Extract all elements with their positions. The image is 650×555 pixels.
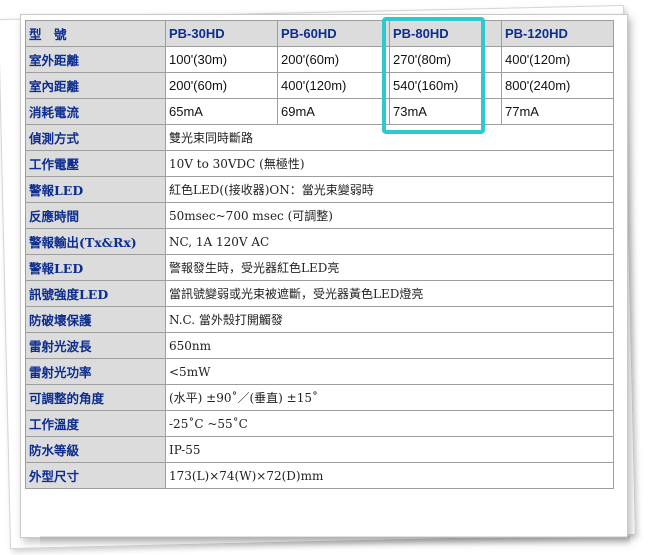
table-cell: 400'(120m) bbox=[501, 46, 614, 73]
row-label: 可調整的角度 bbox=[25, 384, 166, 411]
table-row: 警報LED 警報發生時，受光器紅色LED亮 bbox=[25, 254, 614, 281]
table-row: 消耗電流 65mA 69mA 73mA 77mA bbox=[25, 98, 614, 125]
model-header: PB-60HD bbox=[277, 20, 390, 47]
row-label: 防水等級 bbox=[25, 436, 166, 463]
row-value: 10V to 30VDC (無極性) bbox=[165, 150, 614, 177]
row-label: 工作溫度 bbox=[25, 410, 166, 437]
row-label: 工作電壓 bbox=[25, 150, 166, 177]
row-value: 當訊號變弱或光束被遮斷，受光器黃色LED燈亮 bbox=[165, 280, 614, 307]
table-row: 警報LED 紅色LED((接收器)ON：當光束變弱時 bbox=[25, 176, 614, 203]
row-label: 偵測方式 bbox=[25, 124, 166, 151]
row-label: 反應時間 bbox=[25, 202, 166, 229]
row-label: 室外距離 bbox=[25, 46, 166, 73]
table-cell: 100'(30m) bbox=[165, 46, 278, 73]
row-label: 警報輸出(Tx&Rx) bbox=[25, 228, 166, 255]
table-cell: 65mA bbox=[165, 98, 278, 125]
table-row: 室內距離 200'(60m) 400'(120m) 540'(160m) 800… bbox=[25, 72, 614, 99]
row-value: 紅色LED((接收器)ON：當光束變弱時 bbox=[165, 176, 614, 203]
table-cell: 77mA bbox=[501, 98, 614, 125]
row-value: IP-55 bbox=[165, 436, 614, 463]
row-value: 50msec~700 msec (可調整) bbox=[165, 202, 614, 229]
row-label: 訊號強度LED bbox=[25, 280, 166, 307]
table-row: 警報輸出(Tx&Rx) NC, 1A 120V AC bbox=[25, 228, 614, 255]
row-value: (水平) ±90˚／(垂直) ±15˚ bbox=[165, 384, 614, 411]
table-cell: 73mA bbox=[389, 98, 502, 125]
row-label: 雷射光波長 bbox=[25, 332, 166, 359]
model-header: PB-120HD bbox=[501, 20, 614, 47]
table-cell: 200'(60m) bbox=[277, 46, 390, 73]
table-cell: 270'(80m) bbox=[389, 46, 502, 73]
row-value: NC, 1A 120V AC bbox=[165, 228, 614, 255]
table-row: 雷射光波長 650nm bbox=[25, 332, 614, 359]
table-row: 雷射光功率 <5mW bbox=[25, 358, 614, 385]
row-value: 雙光束同時斷路 bbox=[165, 124, 614, 151]
model-header: PB-30HD bbox=[165, 20, 278, 47]
row-value: 警報發生時，受光器紅色LED亮 bbox=[165, 254, 614, 281]
row-label: 防破壞保護 bbox=[25, 306, 166, 333]
row-label: 警報LED bbox=[25, 176, 166, 203]
table-row: 工作電壓 10V to 30VDC (無極性) bbox=[25, 150, 614, 177]
header-row: 型 號 PB-30HD PB-60HD PB-80HD PB-120HD bbox=[25, 20, 614, 47]
row-label: 室內距離 bbox=[25, 72, 166, 99]
row-label: 消耗電流 bbox=[25, 98, 166, 125]
row-value: <5mW bbox=[165, 358, 614, 385]
row-value: N.C. 當外殼打開觸發 bbox=[165, 306, 614, 333]
table-row: 偵測方式 雙光束同時斷路 bbox=[25, 124, 614, 151]
table-row: 可調整的角度 (水平) ±90˚／(垂直) ±15˚ bbox=[25, 384, 614, 411]
table-row: 室外距離 100'(30m) 200'(60m) 270'(80m) 400'(… bbox=[25, 46, 614, 73]
model-header: PB-80HD bbox=[389, 20, 502, 47]
table-row: 外型尺寸 173(L)×74(W)×72(D)mm bbox=[25, 462, 614, 489]
table-cell: 400'(120m) bbox=[277, 72, 390, 99]
row-label: 外型尺寸 bbox=[25, 462, 166, 489]
table-row: 訊號強度LED 當訊號變弱或光束被遮斷，受光器黃色LED燈亮 bbox=[25, 280, 614, 307]
paper-shadow bbox=[40, 536, 630, 546]
row-value: 173(L)×74(W)×72(D)mm bbox=[165, 462, 614, 489]
row-value: -25˚C ~55˚C bbox=[165, 410, 614, 437]
spec-table: 型 號 PB-30HD PB-60HD PB-80HD PB-120HD 室外距… bbox=[25, 20, 614, 489]
table-cell: 200'(60m) bbox=[165, 72, 278, 99]
row-label: 警報LED bbox=[25, 254, 166, 281]
table-row: 防水等級 IP-55 bbox=[25, 436, 614, 463]
row-label: 雷射光功率 bbox=[25, 358, 166, 385]
table-row: 反應時間 50msec~700 msec (可調整) bbox=[25, 202, 614, 229]
header-label: 型 號 bbox=[25, 20, 166, 47]
row-value: 650nm bbox=[165, 332, 614, 359]
table-row: 工作溫度 -25˚C ~55˚C bbox=[25, 410, 614, 437]
table-cell: 69mA bbox=[277, 98, 390, 125]
table-cell: 800'(240m) bbox=[501, 72, 614, 99]
table-cell: 540'(160m) bbox=[389, 72, 502, 99]
table-row: 防破壞保護 N.C. 當外殼打開觸發 bbox=[25, 306, 614, 333]
